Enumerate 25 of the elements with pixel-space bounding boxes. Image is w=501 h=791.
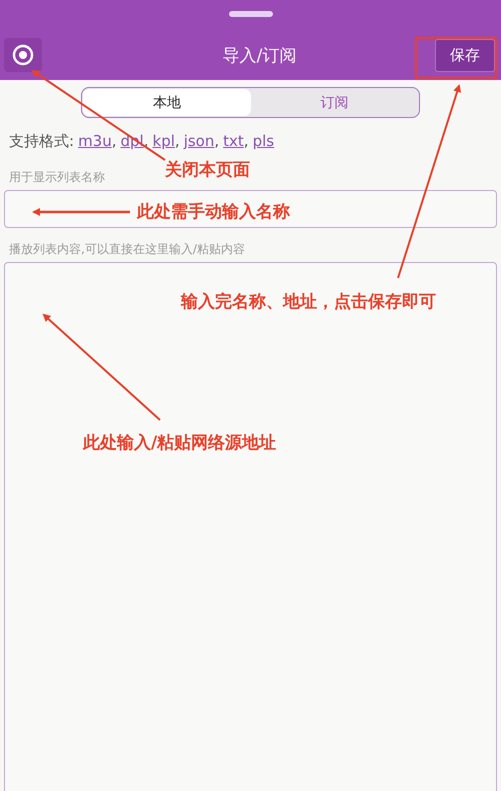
format-link[interactable]: txt (223, 132, 244, 151)
drag-handle[interactable] (228, 11, 272, 17)
tab[interactable]: 本地 (83, 89, 250, 116)
format-link[interactable]: json (184, 132, 214, 151)
format-link[interactable]: m3u (78, 132, 112, 151)
formats-label: 支持格式: (9, 132, 74, 151)
separator-text: , (112, 132, 117, 151)
separator-text: , (174, 132, 180, 151)
name-input-field[interactable] (4, 190, 497, 228)
field-label: 用于显示列表名称 (9, 169, 105, 186)
tab[interactable]: 订阅 (250, 89, 418, 116)
separator-text: , (244, 132, 249, 151)
save-button[interactable]: 保存 (434, 38, 495, 72)
format-link[interactable]: kpl (152, 132, 175, 151)
close-button[interactable] (4, 38, 42, 72)
annotation-text: 输入完名称、地址，点击保存即可 (181, 291, 436, 313)
separator-text: , (214, 132, 220, 151)
annotation-text: 此处需手动输入名称 (137, 201, 290, 223)
format-link[interactable]: pls (252, 132, 274, 151)
content-input-field[interactable] (4, 262, 497, 791)
close-icon (12, 44, 34, 66)
annotation-text: 关闭本页面 (165, 159, 250, 181)
field-label: 播放列表内容,可以直接在这里输入/粘贴内容 (9, 241, 245, 258)
annotation-text: 此处输入/粘贴网络源地址 (83, 432, 276, 454)
page-title: 导入/订阅 (222, 44, 296, 66)
